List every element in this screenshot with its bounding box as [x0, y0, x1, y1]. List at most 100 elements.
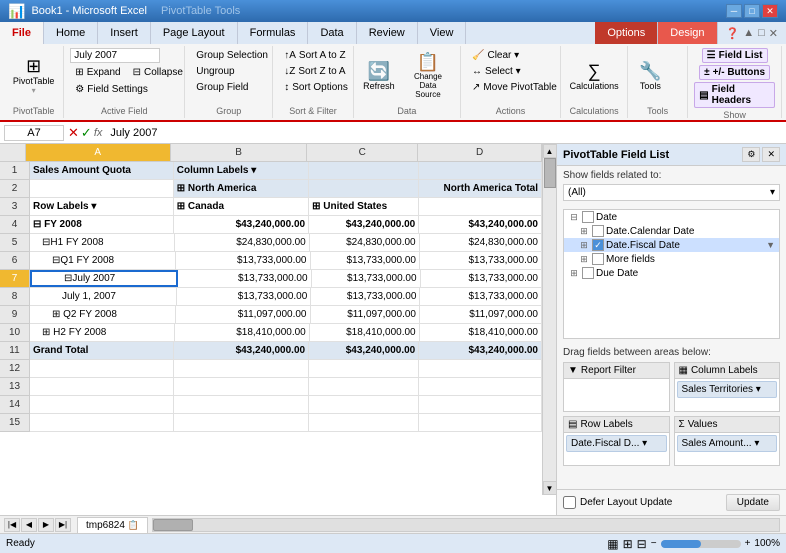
cell-b4[interactable]: $43,240,000.00 — [174, 216, 309, 233]
zoom-out-button[interactable]: − — [651, 538, 657, 549]
cell-a3[interactable]: Row Labels ▾ — [30, 198, 174, 215]
tab-data[interactable]: Data — [308, 22, 356, 44]
field-tree[interactable]: ⊟ Date ⊞ Date.Calendar Date ⊞ ✓ Date.Fis… — [563, 209, 780, 339]
row-header-12[interactable]: 12 — [0, 360, 29, 378]
cell-c8[interactable]: $13,733,000.00 — [311, 288, 420, 305]
pivottable-button[interactable]: ⊞ PivotTable ▾ — [10, 54, 57, 98]
collapse-field-button[interactable]: ⊟ Collapse — [128, 65, 188, 80]
cell-a7-active[interactable]: ⊟July 2007 — [30, 270, 178, 287]
tab-view[interactable]: View — [418, 22, 467, 44]
cell-d7[interactable]: $13,733,000.00 — [421, 270, 542, 287]
tab-review[interactable]: Review — [357, 22, 418, 44]
ribbon-close-icon[interactable]: ✕ — [769, 27, 778, 40]
cell-d2[interactable]: North America Total — [419, 180, 542, 197]
cell-a12[interactable] — [30, 360, 174, 377]
page-layout-icon[interactable]: ⊞ — [623, 537, 633, 551]
tree-checkbox-due-date[interactable] — [582, 267, 594, 279]
row-header-10[interactable]: 10 — [0, 324, 29, 342]
cell-d8[interactable]: $13,733,000.00 — [420, 288, 542, 305]
values-item-sales-amount[interactable]: Sales Amount... ▾ — [677, 435, 778, 452]
cell-d6[interactable]: $13,733,000.00 — [420, 252, 542, 269]
refresh-button[interactable]: 🔄 Refresh — [360, 59, 398, 94]
tab-insert[interactable]: Insert — [98, 22, 151, 44]
clear-button[interactable]: 🧹 Clear ▾ — [467, 48, 524, 63]
row-header-9[interactable]: 9 — [0, 306, 29, 324]
minimize-button[interactable]: ─ — [726, 4, 742, 18]
cell-d14[interactable] — [419, 396, 542, 413]
tab-page-layout[interactable]: Page Layout — [151, 22, 238, 44]
column-labels-item-sales-territories[interactable]: Sales Territories ▾ — [677, 381, 778, 398]
tree-checkbox-date[interactable] — [582, 211, 594, 223]
cell-c9[interactable]: $11,097,000.00 — [311, 306, 421, 323]
cell-a2[interactable] — [30, 180, 174, 197]
row-header-3[interactable]: 3 — [0, 198, 29, 216]
field-settings-button[interactable]: ⚙ Field Settings — [70, 82, 153, 97]
cell-d13[interactable] — [419, 378, 542, 395]
update-button[interactable]: Update — [726, 494, 780, 511]
cell-a13[interactable] — [30, 378, 174, 395]
cell-d11[interactable]: $43,240,000.00 — [419, 342, 542, 359]
field-list-options-button[interactable]: ⚙ — [742, 147, 760, 162]
cell-a9[interactable]: ⊞ Q2 FY 2008 — [30, 306, 176, 323]
vertical-scrollbar-thumb[interactable] — [544, 158, 556, 188]
sheet-nav-last-button[interactable]: ▶| — [55, 518, 71, 532]
cell-d15[interactable] — [419, 414, 542, 431]
row-header-15[interactable]: 15 — [0, 414, 29, 432]
cell-a15[interactable] — [30, 414, 174, 431]
restore-button[interactable]: □ — [744, 4, 760, 18]
cell-b9[interactable]: $11,097,000.00 — [176, 306, 311, 323]
select-button[interactable]: ↔ Select ▾ — [467, 64, 526, 79]
cell-reference-input[interactable] — [4, 125, 64, 141]
cell-b11[interactable]: $43,240,000.00 — [174, 342, 309, 359]
help-icon[interactable]: ❓ — [726, 27, 740, 40]
cell-b14[interactable] — [174, 396, 309, 413]
row-header-6[interactable]: 6 — [0, 252, 29, 270]
cell-b8[interactable]: $13,733,000.00 — [177, 288, 311, 305]
move-pivot-button[interactable]: ↗ Move PivotTable — [467, 80, 562, 95]
scroll-up-button[interactable]: ▲ — [543, 144, 557, 158]
cell-b7[interactable]: $13,733,000.00 — [178, 270, 312, 287]
field-headers-button[interactable]: ▤ Field Headers — [694, 82, 775, 108]
change-data-source-button[interactable]: 📋 Change DataSource — [402, 50, 454, 102]
active-field-input[interactable] — [70, 48, 160, 63]
sheet-nav-first-button[interactable]: |◀ — [4, 518, 20, 532]
cell-b6[interactable]: $13,733,000.00 — [176, 252, 311, 269]
cell-c1[interactable] — [309, 162, 419, 179]
cell-c3[interactable]: ⊞ United States — [309, 198, 419, 215]
row-labels-item-fiscal-date[interactable]: Date.Fiscal D... ▾ — [566, 435, 667, 452]
cell-a10[interactable]: ⊞ H2 FY 2008 — [30, 324, 175, 341]
row-header-14[interactable]: 14 — [0, 396, 29, 414]
cell-b15[interactable] — [174, 414, 309, 431]
cell-b13[interactable] — [174, 378, 309, 395]
normal-view-icon[interactable]: ▦ — [607, 537, 618, 551]
row-header-8[interactable]: 8 — [0, 288, 29, 306]
row-header-4[interactable]: 4 — [0, 216, 29, 234]
sheet-tab-tmp6824[interactable]: tmp6824 📋 — [77, 517, 148, 533]
cell-c7[interactable]: $13,733,000.00 — [312, 270, 421, 287]
plus-minus-buttons-button[interactable]: ± +/- Buttons — [699, 65, 770, 80]
enter-formula-icon[interactable]: ✓ — [81, 125, 92, 141]
cell-a1[interactable]: Sales Amount Quota — [30, 162, 174, 179]
cell-d1[interactable] — [419, 162, 542, 179]
collapse-ribbon-icon[interactable]: ▲ — [743, 27, 754, 39]
report-filter-zone[interactable]: ▼ Report Filter — [563, 362, 670, 412]
cell-b10[interactable]: $18,410,000.00 — [175, 324, 310, 341]
cell-d9[interactable]: $11,097,000.00 — [420, 306, 542, 323]
tree-checkbox-fiscal-date[interactable]: ✓ — [592, 239, 604, 251]
col-header-a[interactable]: A — [26, 144, 171, 161]
cell-b3[interactable]: ⊞ Canada — [174, 198, 309, 215]
cell-a8[interactable]: July 1, 2007 — [30, 288, 177, 305]
col-header-c[interactable]: C — [307, 144, 418, 161]
cell-a14[interactable] — [30, 396, 174, 413]
defer-layout-label[interactable]: Defer Layout Update — [563, 496, 672, 509]
cell-c4[interactable]: $43,240,000.00 — [309, 216, 419, 233]
row-header-11[interactable]: 11 — [0, 342, 29, 360]
sheet-nav-prev-button[interactable]: ◀ — [21, 518, 37, 532]
cell-b1[interactable]: Column Labels ▾ — [174, 162, 309, 179]
cell-d4[interactable]: $43,240,000.00 — [419, 216, 542, 233]
group-field-button[interactable]: Group Field — [191, 80, 253, 95]
calculations-button[interactable]: ∑ Calculations — [567, 59, 621, 94]
values-zone[interactable]: Σ Values Sales Amount... ▾ — [674, 416, 781, 466]
cell-c2[interactable] — [309, 180, 419, 197]
cell-d5[interactable]: $24,830,000.00 — [420, 234, 542, 251]
